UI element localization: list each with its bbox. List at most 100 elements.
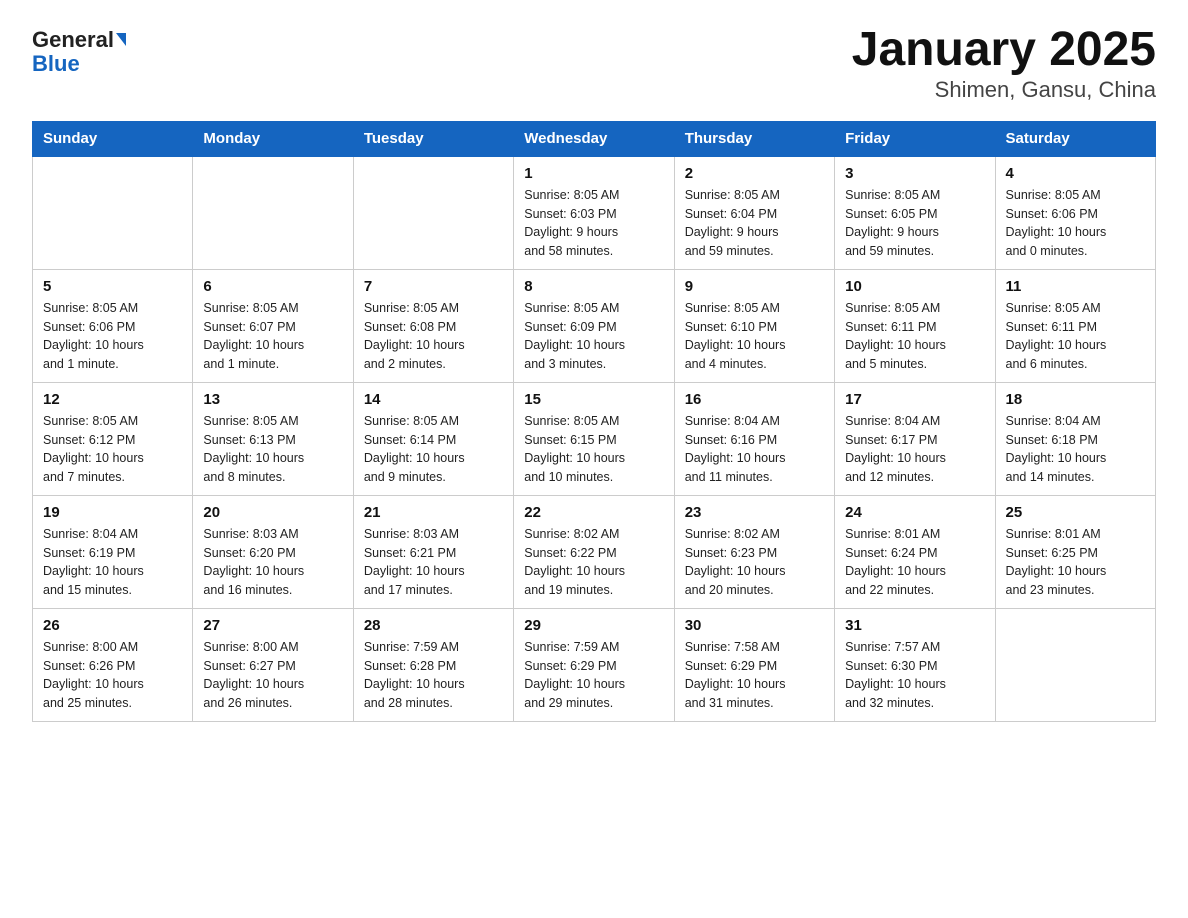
day-info: Sunrise: 8:00 AMSunset: 6:27 PMDaylight:… <box>203 638 342 713</box>
day-number: 28 <box>364 617 503 634</box>
day-number: 2 <box>685 165 824 182</box>
day-info: Sunrise: 7:58 AMSunset: 6:29 PMDaylight:… <box>685 638 824 713</box>
day-number: 29 <box>524 617 663 634</box>
calendar-cell: 11 Sunrise: 8:05 AMSunset: 6:11 PMDayligh… <box>995 269 1155 382</box>
day-number: 21 <box>364 504 503 521</box>
day-number: 22 <box>524 504 663 521</box>
calendar-cell: 6 Sunrise: 8:05 AMSunset: 6:07 PMDaylight… <box>193 269 353 382</box>
calendar-cell: 29 Sunrise: 7:59 AMSunset: 6:29 PMDayligh… <box>514 608 674 721</box>
day-number: 26 <box>43 617 182 634</box>
calendar-cell: 21 Sunrise: 8:03 AMSunset: 6:21 PMDayligh… <box>353 495 513 608</box>
day-number: 15 <box>524 391 663 408</box>
day-number: 19 <box>43 504 182 521</box>
calendar-cell: 1Sunrise: 8:05 AMSunset: 6:03 PMDaylight… <box>514 156 674 270</box>
calendar-cell: 30 Sunrise: 7:58 AMSunset: 6:29 PMDayligh… <box>674 608 834 721</box>
calendar-subtitle: Shimen, Gansu, China <box>852 77 1156 103</box>
day-number: 13 <box>203 391 342 408</box>
calendar-cell: 27 Sunrise: 8:00 AMSunset: 6:27 PMDayligh… <box>193 608 353 721</box>
calendar-cell: 23Sunrise: 8:02 AMSunset: 6:23 PMDayligh… <box>674 495 834 608</box>
calendar-cell: 19 Sunrise: 8:04 AMSunset: 6:19 PMDayligh… <box>33 495 193 608</box>
day-info: Sunrise: 8:05 AMSunset: 6:13 PMDaylight:… <box>203 412 342 487</box>
calendar-cell: 9Sunrise: 8:05 AMSunset: 6:10 PMDaylight… <box>674 269 834 382</box>
day-info: Sunrise: 8:01 AMSunset: 6:24 PMDaylight:… <box>845 525 984 600</box>
calendar-cell: 7 Sunrise: 8:05 AMSunset: 6:08 PMDaylight… <box>353 269 513 382</box>
day-number: 8 <box>524 278 663 295</box>
calendar-cell: 10Sunrise: 8:05 AMSunset: 6:11 PMDayligh… <box>835 269 995 382</box>
calendar-title: January 2025 <box>852 24 1156 77</box>
header-friday: Friday <box>835 121 995 156</box>
day-info: Sunrise: 8:05 AMSunset: 6:06 PMDaylight:… <box>43 299 182 374</box>
day-info: Sunrise: 8:03 AMSunset: 6:21 PMDaylight:… <box>364 525 503 600</box>
header-tuesday: Tuesday <box>353 121 513 156</box>
logo-blue-text: Blue <box>32 52 80 76</box>
day-info: Sunrise: 8:04 AMSunset: 6:17 PMDaylight:… <box>845 412 984 487</box>
calendar-cell: 8 Sunrise: 8:05 AMSunset: 6:09 PMDaylight… <box>514 269 674 382</box>
day-number: 7 <box>364 278 503 295</box>
week-row-4: 19 Sunrise: 8:04 AMSunset: 6:19 PMDayligh… <box>33 495 1156 608</box>
day-info: Sunrise: 8:01 AMSunset: 6:25 PMDaylight:… <box>1006 525 1145 600</box>
logo: General Blue <box>32 28 126 76</box>
day-number: 27 <box>203 617 342 634</box>
title-block: January 2025 Shimen, Gansu, China <box>852 24 1156 103</box>
calendar-cell: 31Sunrise: 7:57 AMSunset: 6:30 PMDayligh… <box>835 608 995 721</box>
day-number: 30 <box>685 617 824 634</box>
logo-general-text: General <box>32 28 126 52</box>
calendar-cell <box>193 156 353 270</box>
day-number: 4 <box>1006 165 1145 182</box>
day-number: 14 <box>364 391 503 408</box>
day-info: Sunrise: 7:59 AMSunset: 6:29 PMDaylight:… <box>524 638 663 713</box>
week-row-2: 5 Sunrise: 8:05 AMSunset: 6:06 PMDaylight… <box>33 269 1156 382</box>
calendar-cell: 5 Sunrise: 8:05 AMSunset: 6:06 PMDaylight… <box>33 269 193 382</box>
logo-triangle-icon <box>116 33 126 46</box>
header-sunday: Sunday <box>33 121 193 156</box>
day-info: Sunrise: 8:05 AMSunset: 6:05 PMDaylight:… <box>845 186 984 261</box>
day-info: Sunrise: 8:02 AMSunset: 6:22 PMDaylight:… <box>524 525 663 600</box>
calendar-cell: 4Sunrise: 8:05 AMSunset: 6:06 PMDaylight… <box>995 156 1155 270</box>
day-info: Sunrise: 8:05 AMSunset: 6:12 PMDaylight:… <box>43 412 182 487</box>
calendar-cell: 12 Sunrise: 8:05 AMSunset: 6:12 PMDayligh… <box>33 382 193 495</box>
day-info: Sunrise: 8:04 AMSunset: 6:18 PMDaylight:… <box>1006 412 1145 487</box>
header-saturday: Saturday <box>995 121 1155 156</box>
day-info: Sunrise: 8:05 AMSunset: 6:07 PMDaylight:… <box>203 299 342 374</box>
day-number: 18 <box>1006 391 1145 408</box>
day-info: Sunrise: 8:05 AMSunset: 6:15 PMDaylight:… <box>524 412 663 487</box>
calendar-cell: 22 Sunrise: 8:02 AMSunset: 6:22 PMDayligh… <box>514 495 674 608</box>
day-info: Sunrise: 7:57 AMSunset: 6:30 PMDaylight:… <box>845 638 984 713</box>
day-info: Sunrise: 8:05 AMSunset: 6:03 PMDaylight:… <box>524 186 663 261</box>
day-number: 12 <box>43 391 182 408</box>
day-info: Sunrise: 8:03 AMSunset: 6:20 PMDaylight:… <box>203 525 342 600</box>
day-number: 23 <box>685 504 824 521</box>
day-number: 6 <box>203 278 342 295</box>
day-number: 25 <box>1006 504 1145 521</box>
calendar-cell: 13 Sunrise: 8:05 AMSunset: 6:13 PMDayligh… <box>193 382 353 495</box>
day-info: Sunrise: 8:05 AMSunset: 6:08 PMDaylight:… <box>364 299 503 374</box>
day-number: 20 <box>203 504 342 521</box>
day-info: Sunrise: 8:04 AMSunset: 6:19 PMDaylight:… <box>43 525 182 600</box>
calendar-cell: 3 Sunrise: 8:05 AMSunset: 6:05 PMDaylight… <box>835 156 995 270</box>
day-number: 11 <box>1006 278 1145 295</box>
calendar-header-row: SundayMondayTuesdayWednesdayThursdayFrid… <box>33 121 1156 156</box>
day-number: 5 <box>43 278 182 295</box>
calendar-cell: 20 Sunrise: 8:03 AMSunset: 6:20 PMDayligh… <box>193 495 353 608</box>
calendar-cell: 18 Sunrise: 8:04 AMSunset: 6:18 PMDayligh… <box>995 382 1155 495</box>
day-info: Sunrise: 8:05 AMSunset: 6:11 PMDaylight:… <box>1006 299 1145 374</box>
week-row-5: 26Sunrise: 8:00 AMSunset: 6:26 PMDayligh… <box>33 608 1156 721</box>
calendar-table: SundayMondayTuesdayWednesdayThursdayFrid… <box>32 121 1156 722</box>
week-row-1: 1Sunrise: 8:05 AMSunset: 6:03 PMDaylight… <box>33 156 1156 270</box>
calendar-cell: 16Sunrise: 8:04 AMSunset: 6:16 PMDayligh… <box>674 382 834 495</box>
calendar-cell: 14Sunrise: 8:05 AMSunset: 6:14 PMDayligh… <box>353 382 513 495</box>
calendar-cell: 2 Sunrise: 8:05 AMSunset: 6:04 PMDaylight… <box>674 156 834 270</box>
day-number: 10 <box>845 278 984 295</box>
calendar-cell: 28Sunrise: 7:59 AMSunset: 6:28 PMDayligh… <box>353 608 513 721</box>
header-thursday: Thursday <box>674 121 834 156</box>
calendar-cell <box>353 156 513 270</box>
header-monday: Monday <box>193 121 353 156</box>
calendar-cell: 17Sunrise: 8:04 AMSunset: 6:17 PMDayligh… <box>835 382 995 495</box>
week-row-3: 12 Sunrise: 8:05 AMSunset: 6:12 PMDayligh… <box>33 382 1156 495</box>
day-info: Sunrise: 8:05 AMSunset: 6:09 PMDaylight:… <box>524 299 663 374</box>
day-number: 3 <box>845 165 984 182</box>
day-info: Sunrise: 8:05 AMSunset: 6:04 PMDaylight:… <box>685 186 824 261</box>
calendar-cell: 15 Sunrise: 8:05 AMSunset: 6:15 PMDayligh… <box>514 382 674 495</box>
day-number: 16 <box>685 391 824 408</box>
calendar-cell <box>33 156 193 270</box>
